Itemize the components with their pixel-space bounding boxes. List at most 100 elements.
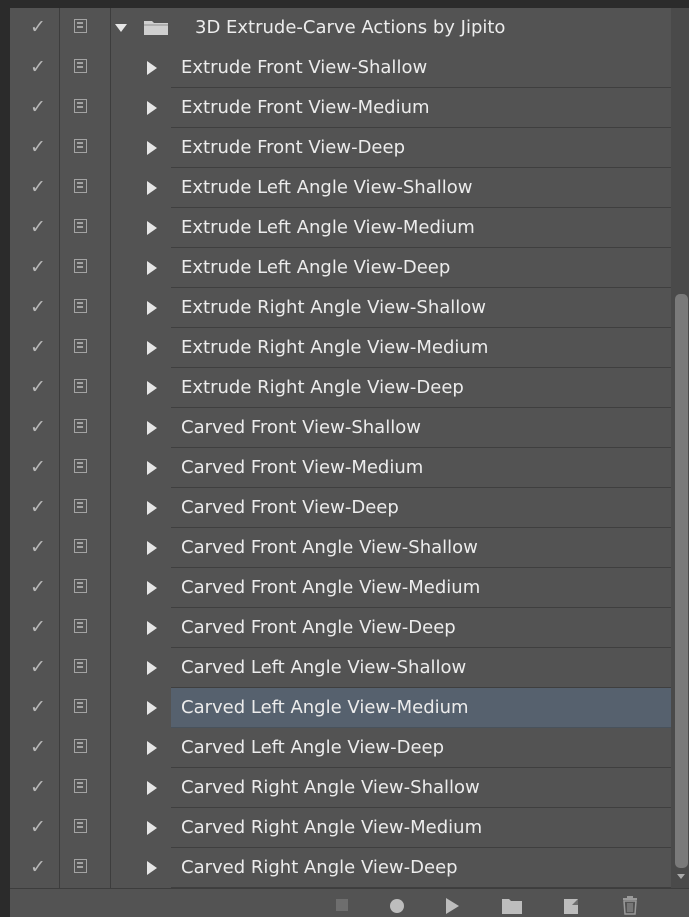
triangle-right-icon[interactable]: [147, 181, 157, 195]
checkmark-icon[interactable]: ✓: [30, 96, 46, 118]
checkmark-icon[interactable]: ✓: [30, 16, 46, 38]
triangle-right-icon[interactable]: [147, 221, 157, 235]
action-label-cell[interactable]: Extrude Left Angle View-Shallow: [171, 168, 671, 208]
triangle-right-icon[interactable]: [147, 61, 157, 75]
dialog-toggle-icon[interactable]: [74, 139, 87, 153]
dialog-toggle-icon[interactable]: [74, 619, 87, 633]
action-row[interactable]: ✓ Carved Front View-Deep: [10, 488, 671, 528]
checkmark-icon[interactable]: ✓: [30, 856, 46, 878]
checkmark-icon[interactable]: ✓: [30, 216, 46, 238]
checkmark-icon[interactable]: ✓: [30, 816, 46, 838]
scrollbar-thumb[interactable]: [675, 294, 688, 868]
triangle-down-icon[interactable]: [115, 24, 127, 32]
action-row[interactable]: ✓ Carved Left Angle View-Shallow: [10, 648, 671, 688]
action-label-cell[interactable]: Carved Left Angle View-Deep: [171, 728, 671, 768]
action-label-cell[interactable]: Carved Left Angle View-Medium: [171, 688, 671, 728]
action-row[interactable]: ✓ Extrude Right Angle View-Shallow: [10, 288, 671, 328]
action-row[interactable]: ✓ Carved Left Angle View-Medium: [10, 688, 671, 728]
dialog-toggle-icon[interactable]: [74, 659, 87, 673]
action-row[interactable]: ✓ Carved Front Angle View-Shallow: [10, 528, 671, 568]
action-row[interactable]: ✓ Carved Front View-Shallow: [10, 408, 671, 448]
action-label-cell[interactable]: Extrude Right Angle View-Medium: [171, 328, 671, 368]
delete-icon[interactable]: [618, 893, 642, 915]
action-row[interactable]: ✓ Carved Right Angle View-Deep: [10, 848, 671, 888]
triangle-right-icon[interactable]: [147, 261, 157, 275]
triangle-right-icon[interactable]: [147, 141, 157, 155]
checkmark-icon[interactable]: ✓: [30, 496, 46, 518]
dialog-toggle-icon[interactable]: [74, 419, 87, 433]
dialog-toggle-icon[interactable]: [74, 539, 87, 553]
action-label-cell[interactable]: Carved Front Angle View-Deep: [171, 608, 671, 648]
dialog-toggle-icon[interactable]: [74, 299, 87, 313]
checkmark-icon[interactable]: ✓: [30, 456, 46, 478]
triangle-right-icon[interactable]: [147, 701, 157, 715]
triangle-right-icon[interactable]: [147, 421, 157, 435]
checkmark-icon[interactable]: ✓: [30, 176, 46, 198]
action-label-cell[interactable]: Carved Right Angle View-Deep: [171, 848, 671, 888]
action-row[interactable]: ✓ Carved Front Angle View-Deep: [10, 608, 671, 648]
action-row[interactable]: ✓ Carved Right Angle View-Shallow: [10, 768, 671, 808]
action-label-cell[interactable]: Carved Right Angle View-Medium: [171, 808, 671, 848]
dialog-toggle-icon[interactable]: [74, 859, 87, 873]
action-row[interactable]: ✓ Extrude Front View-Medium: [10, 88, 671, 128]
dialog-toggle-icon[interactable]: [74, 259, 87, 273]
dialog-toggle-icon[interactable]: [74, 819, 87, 833]
checkmark-icon[interactable]: ✓: [30, 736, 46, 758]
action-label-cell[interactable]: Carved Right Angle View-Shallow: [171, 768, 671, 808]
dialog-toggle-icon[interactable]: [74, 339, 87, 353]
triangle-right-icon[interactable]: [147, 861, 157, 875]
checkmark-icon[interactable]: ✓: [30, 576, 46, 598]
triangle-right-icon[interactable]: [147, 581, 157, 595]
triangle-right-icon[interactable]: [147, 661, 157, 675]
checkmark-icon[interactable]: ✓: [30, 776, 46, 798]
action-label-cell[interactable]: Extrude Left Angle View-Medium: [171, 208, 671, 248]
scroll-down-arrow-icon[interactable]: [677, 874, 685, 879]
checkmark-icon[interactable]: ✓: [30, 536, 46, 558]
triangle-right-icon[interactable]: [147, 301, 157, 315]
dialog-toggle-icon[interactable]: [74, 699, 87, 713]
checkmark-icon[interactable]: ✓: [30, 696, 46, 718]
triangle-right-icon[interactable]: [147, 461, 157, 475]
new-action-icon[interactable]: [560, 893, 584, 915]
dialog-toggle-icon[interactable]: [74, 579, 87, 593]
dialog-toggle-icon[interactable]: [74, 19, 87, 33]
action-label-cell[interactable]: Extrude Front View-Deep: [171, 128, 671, 168]
checkmark-icon[interactable]: ✓: [30, 336, 46, 358]
action-row[interactable]: ✓ Extrude Left Angle View-Shallow: [10, 168, 671, 208]
dialog-toggle-icon[interactable]: [74, 459, 87, 473]
dialog-toggle-icon[interactable]: [74, 499, 87, 513]
dialog-toggle-icon[interactable]: [74, 219, 87, 233]
dialog-toggle-icon[interactable]: [74, 179, 87, 193]
action-label-cell[interactable]: Carved Front Angle View-Shallow: [171, 528, 671, 568]
action-label-cell[interactable]: Carved Front View-Shallow: [171, 408, 671, 448]
triangle-right-icon[interactable]: [147, 541, 157, 555]
action-label-cell[interactable]: Carved Left Angle View-Shallow: [171, 648, 671, 688]
stop-icon[interactable]: [330, 893, 354, 915]
action-row[interactable]: ✓ Extrude Right Angle View-Medium: [10, 328, 671, 368]
action-label-cell[interactable]: Carved Front View-Medium: [171, 448, 671, 488]
checkmark-icon[interactable]: ✓: [30, 256, 46, 278]
checkmark-icon[interactable]: ✓: [30, 296, 46, 318]
action-set-row[interactable]: ✓ 3D Extrude-Carve Actions by Jipito: [10, 8, 671, 48]
play-icon[interactable]: [440, 893, 464, 915]
action-label-cell[interactable]: Extrude Right Angle View-Shallow: [171, 288, 671, 328]
triangle-right-icon[interactable]: [147, 341, 157, 355]
triangle-right-icon[interactable]: [147, 381, 157, 395]
checkmark-icon[interactable]: ✓: [30, 136, 46, 158]
checkmark-icon[interactable]: ✓: [30, 616, 46, 638]
action-label-cell[interactable]: Carved Front Angle View-Medium: [171, 568, 671, 608]
action-row[interactable]: ✓ Carved Front Angle View-Medium: [10, 568, 671, 608]
triangle-right-icon[interactable]: [147, 821, 157, 835]
dialog-toggle-icon[interactable]: [74, 779, 87, 793]
action-label-cell[interactable]: Extrude Left Angle View-Deep: [171, 248, 671, 288]
dialog-toggle-icon[interactable]: [74, 739, 87, 753]
action-label-cell[interactable]: Carved Front View-Deep: [171, 488, 671, 528]
record-icon[interactable]: [385, 893, 409, 915]
action-label-cell[interactable]: Extrude Front View-Shallow: [171, 48, 671, 88]
action-label-cell[interactable]: Extrude Front View-Medium: [171, 88, 671, 128]
triangle-right-icon[interactable]: [147, 741, 157, 755]
checkmark-icon[interactable]: ✓: [30, 416, 46, 438]
action-row[interactable]: ✓ Carved Front View-Medium: [10, 448, 671, 488]
checkmark-icon[interactable]: ✓: [30, 656, 46, 678]
dialog-toggle-icon[interactable]: [74, 59, 87, 73]
